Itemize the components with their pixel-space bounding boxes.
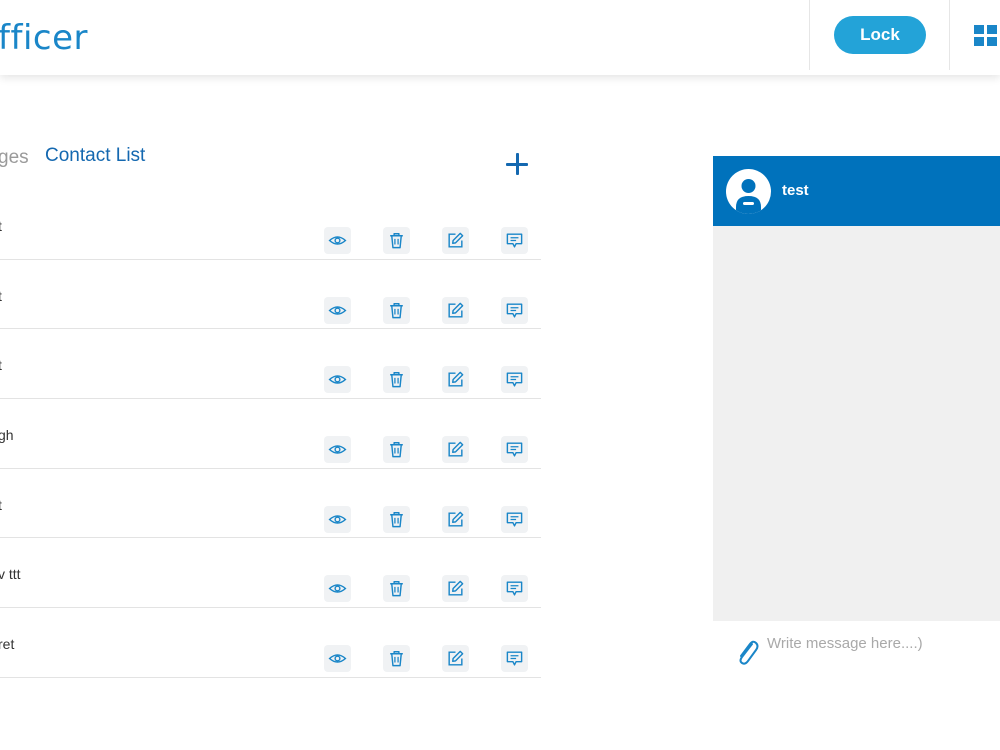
edit-button[interactable] xyxy=(442,436,469,464)
edit-icon xyxy=(448,302,464,318)
eye-icon xyxy=(328,584,347,594)
delete-button[interactable] xyxy=(383,436,410,464)
trash-icon xyxy=(390,372,403,388)
edit-button[interactable] xyxy=(442,505,469,533)
message-button[interactable] xyxy=(501,366,528,394)
delete-button[interactable] xyxy=(383,645,410,673)
tab-contact-list[interactable]: Contact List xyxy=(45,145,145,167)
view-button[interactable] xyxy=(324,436,351,464)
contact-row: v ttt xyxy=(0,538,541,609)
eye-icon xyxy=(328,654,347,663)
eye-icon xyxy=(328,236,347,245)
eye-icon xyxy=(328,375,347,385)
contact-name[interactable]: v ttt xyxy=(0,566,21,582)
tab-messages[interactable]: ges xyxy=(0,147,29,169)
contact-name[interactable]: t xyxy=(0,288,2,304)
top-bar: fficer Lock xyxy=(0,0,1000,75)
delete-button[interactable] xyxy=(383,575,410,603)
view-button[interactable] xyxy=(324,575,351,603)
edit-icon xyxy=(448,581,464,596)
edit-icon xyxy=(448,650,464,666)
delete-button[interactable] xyxy=(383,366,410,394)
chat-icon xyxy=(506,512,523,527)
contact-row: gh xyxy=(0,399,541,469)
edit-button[interactable] xyxy=(442,645,469,673)
view-button[interactable] xyxy=(324,366,351,394)
edit-icon xyxy=(448,372,464,387)
trash-icon xyxy=(390,302,403,319)
avatar xyxy=(726,169,771,214)
chat-contact-name: test xyxy=(782,182,809,199)
contact-name[interactable]: t xyxy=(0,497,2,513)
edit-icon xyxy=(448,511,464,527)
contact-row: t xyxy=(0,469,541,539)
user-icon xyxy=(736,179,761,214)
eye-icon xyxy=(328,305,347,315)
eye-icon xyxy=(328,445,347,454)
delete-button[interactable] xyxy=(383,227,410,254)
brand-logo: fficer xyxy=(0,18,88,58)
chat-icon xyxy=(506,651,523,666)
edit-icon xyxy=(448,441,464,457)
message-input[interactable] xyxy=(767,631,997,655)
trash-icon xyxy=(390,581,403,597)
contact-name[interactable]: t xyxy=(0,218,2,234)
header-divider xyxy=(949,0,950,70)
trash-icon xyxy=(390,511,403,528)
message-button[interactable] xyxy=(501,505,528,533)
paperclip-icon[interactable] xyxy=(735,637,759,667)
delete-button[interactable] xyxy=(383,505,410,533)
chat-icon xyxy=(506,372,523,387)
message-button[interactable] xyxy=(501,227,528,254)
add-contact-button[interactable] xyxy=(505,152,531,178)
edit-button[interactable] xyxy=(442,366,469,394)
app-page: fficer Lock ges Contact List t t t gh t v ttt… xyxy=(0,0,1000,750)
contact-row: t xyxy=(0,329,541,400)
contact-row: ret xyxy=(0,608,541,678)
eye-icon xyxy=(328,514,347,524)
lock-button[interactable]: Lock xyxy=(834,16,926,54)
chat-icon xyxy=(506,581,523,596)
chat-header: test xyxy=(713,156,1000,226)
trash-icon xyxy=(390,233,403,249)
edit-button[interactable] xyxy=(442,227,469,254)
view-button[interactable] xyxy=(324,505,351,533)
chat-icon xyxy=(506,233,523,248)
chat-panel: test xyxy=(713,156,1000,621)
contact-row: t xyxy=(0,190,541,260)
view-button[interactable] xyxy=(324,227,351,254)
message-button[interactable] xyxy=(501,575,528,603)
trash-icon xyxy=(390,651,403,667)
contact-list: t t t gh t v ttt ret xyxy=(0,190,541,678)
chat-icon xyxy=(506,442,523,457)
grid-icon[interactable] xyxy=(974,25,998,47)
header-divider xyxy=(809,0,810,70)
delete-button[interactable] xyxy=(383,296,410,324)
contact-name[interactable]: ret xyxy=(0,636,14,652)
chat-icon xyxy=(506,303,523,318)
trash-icon xyxy=(390,442,403,458)
contact-name[interactable]: t xyxy=(0,357,2,373)
edit-button[interactable] xyxy=(442,575,469,603)
contact-name[interactable]: gh xyxy=(0,427,14,443)
view-button[interactable] xyxy=(324,645,351,673)
contact-row: t xyxy=(0,260,541,330)
message-button[interactable] xyxy=(501,436,528,464)
edit-icon xyxy=(448,232,464,248)
message-button[interactable] xyxy=(501,645,528,673)
view-button[interactable] xyxy=(324,296,351,324)
message-bar xyxy=(713,621,1000,681)
edit-button[interactable] xyxy=(442,296,469,324)
message-button[interactable] xyxy=(501,296,528,324)
